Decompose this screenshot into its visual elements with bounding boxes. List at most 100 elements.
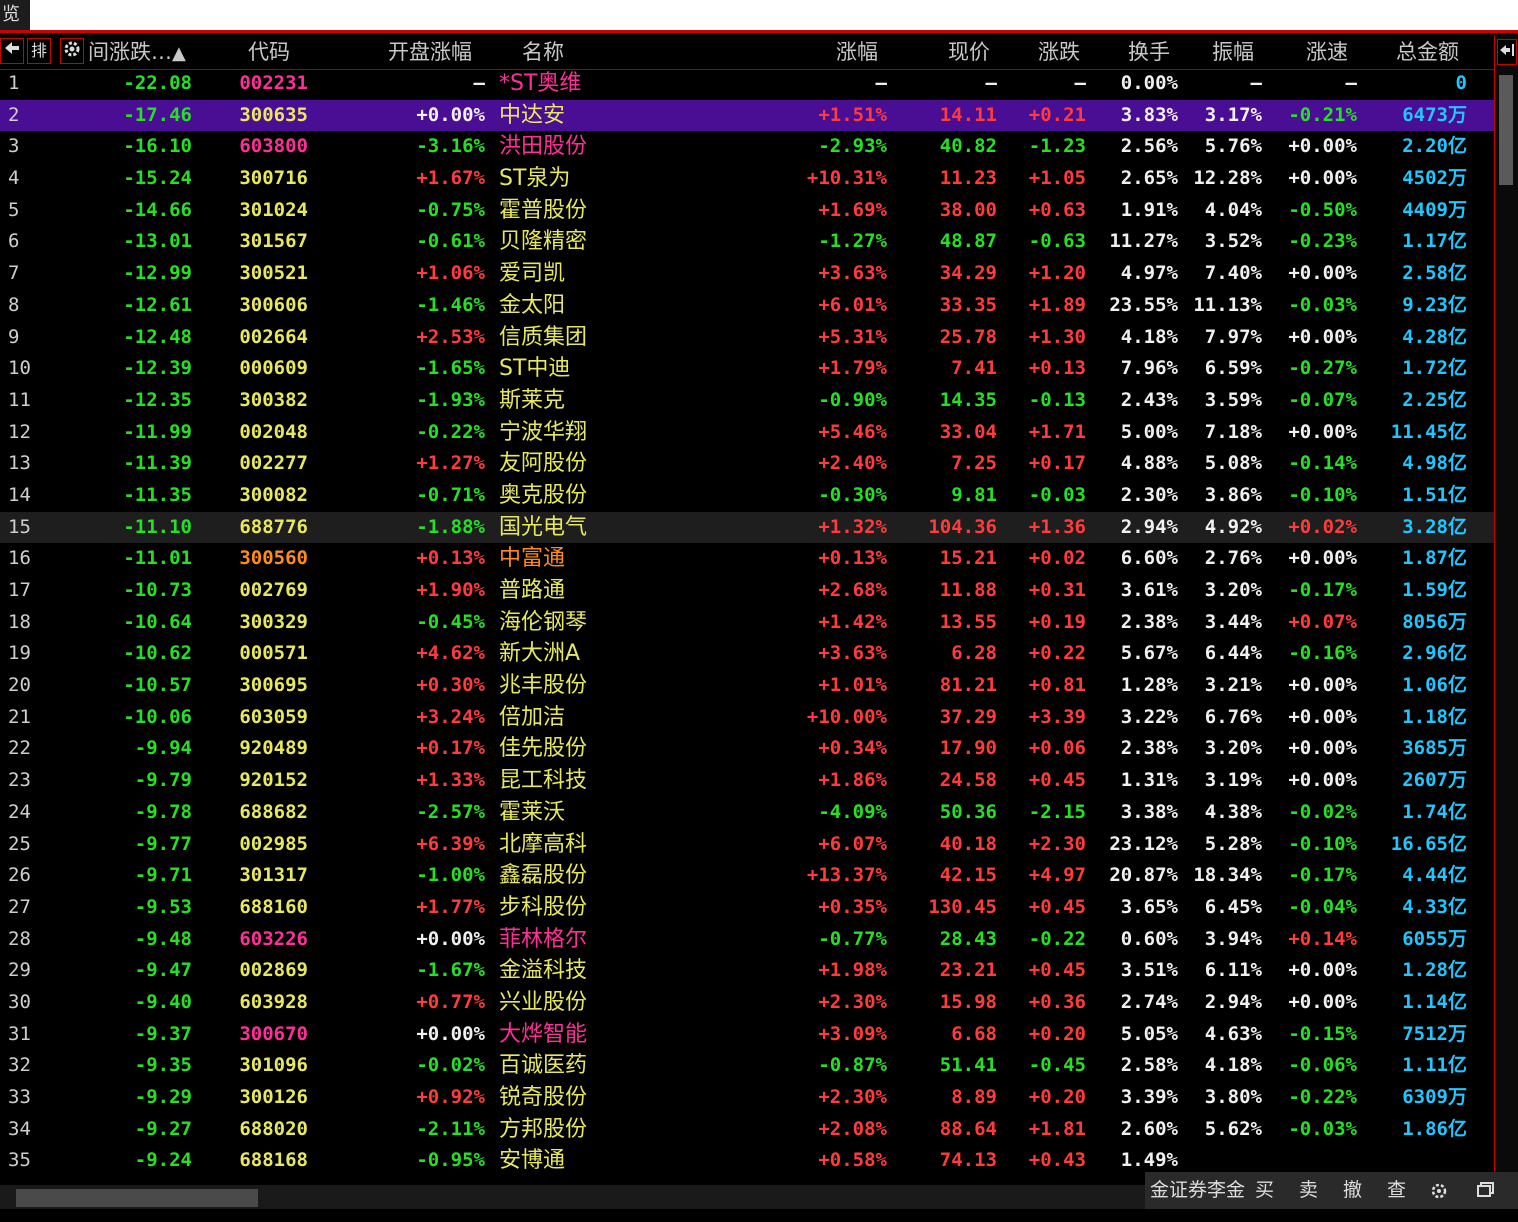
table-row[interactable]: 27 -9.53 688160 +1.77% 步科股份 +0.35% 130.45 +0.45…: [0, 892, 1494, 924]
period-change-cell: -9.37: [134, 1022, 192, 1045]
amount-cell: 1.86亿: [1402, 1117, 1467, 1140]
table-row[interactable]: 18 -10.64 300329 -0.45% 海伦钢琴 +1.42% 13.55 +0.19…: [0, 607, 1494, 639]
table-row[interactable]: 17 -10.73 002769 +1.90% 普路通 +2.68% 11.88 +0.31 3…: [0, 575, 1494, 607]
change-percent-cell: +3.09%: [818, 1022, 887, 1045]
collapse-panel-icon[interactable]: [1497, 39, 1517, 65]
column-header-sort[interactable]: 间涨跌…▲: [88, 35, 186, 69]
change-amount-cell: +0.22: [1028, 642, 1086, 665]
table-row[interactable]: 21 -10.06 603059 +3.24% 倍加洁 +10.00% 37.29 +3.39…: [0, 702, 1494, 734]
change-percent-cell: +1.79%: [818, 357, 887, 380]
price-cell: 74.13: [939, 1149, 997, 1172]
horizontal-scrollbar[interactable]: [0, 1185, 1145, 1209]
buy-button[interactable]: 买: [1255, 1172, 1274, 1209]
speed-cell: -0.15%: [1288, 1022, 1357, 1045]
change-percent-cell: +1.32%: [818, 515, 887, 538]
sort-toggle-button[interactable]: 排: [27, 38, 51, 64]
column-header-change-pct[interactable]: 涨幅: [836, 35, 878, 69]
change-amount-cell: -0.63: [1028, 230, 1086, 253]
settings-gear-icon[interactable]: [1429, 1172, 1449, 1209]
amplitude-cell: 18.34%: [1193, 864, 1262, 887]
amount-cell: 7512万: [1402, 1022, 1467, 1045]
table-row[interactable]: 1 -22.08 002231 — *ST奥维 — — — 0.00% — — 0: [0, 68, 1494, 100]
open-change-cell: -1.00%: [416, 864, 485, 887]
change-percent-cell: -4.09%: [818, 800, 887, 823]
price-cell: 8.89: [951, 1086, 997, 1108]
change-amount-cell: +3.39: [1028, 705, 1086, 728]
stock-code-cell: 688776: [239, 515, 308, 538]
open-change-cell: -3.16%: [416, 135, 485, 158]
column-header-speed[interactable]: 涨速: [1306, 35, 1348, 69]
price-cell: 81.21: [939, 674, 997, 697]
table-row[interactable]: 33 -9.29 300126 +0.92% 锐奇股份 +2.30% 8.89 +0.20 3.…: [0, 1082, 1494, 1114]
table-row[interactable]: 12 -11.99 002048 -0.22% 宁波华翔 +5.46% 33.04 +1.71…: [0, 417, 1494, 449]
prev-arrow-icon[interactable]: [0, 38, 24, 64]
table-row[interactable]: 28 -9.48 603226 +0.00% 菲林格尔 -0.77% 28.43 -0.22 0…: [0, 924, 1494, 956]
table-row[interactable]: 24 -9.78 688682 -2.57% 霍莱沃 -4.09% 50.36 -2.15 3.…: [0, 797, 1494, 829]
amplitude-cell: —: [1250, 72, 1262, 94]
table-row[interactable]: 10 -12.39 000609 -1.65% ST中迪 +1.79% 7.41 +0.13 7…: [0, 353, 1494, 385]
column-header-price[interactable]: 现价: [948, 35, 990, 69]
table-row[interactable]: 20 -10.57 300695 +0.30% 兆丰股份 +1.01% 81.21 +0.81…: [0, 670, 1494, 702]
table-row[interactable]: 4 -15.24 300716 +1.67% ST泉为 +10.31% 11.23 +1.05…: [0, 163, 1494, 195]
column-header-change[interactable]: 涨跌: [1038, 35, 1080, 69]
column-header-name[interactable]: 名称: [522, 35, 564, 69]
column-header-code[interactable]: 代码: [248, 35, 290, 69]
change-amount-cell: +1.36: [1028, 515, 1086, 538]
horizontal-scroll-thumb[interactable]: [16, 1189, 258, 1207]
table-row[interactable]: 31 -9.37 300670 +0.00% 大烨智能 +3.09% 6.68 +0.20 5.…: [0, 1019, 1494, 1051]
stock-name-cell: 国光电气: [499, 514, 588, 540]
column-header-open-change[interactable]: 开盘涨幅: [388, 35, 472, 69]
window-tab[interactable]: 览: [0, 0, 30, 30]
window-restore-icon[interactable]: [1475, 1172, 1495, 1209]
speed-cell: +0.00%: [1288, 167, 1357, 190]
open-change-cell: +0.77%: [416, 990, 485, 1013]
table-row[interactable]: 13 -11.39 002277 +1.27% 友阿股份 +2.40% 7.25 +0.17 4…: [0, 448, 1494, 480]
speed-cell: +0.00%: [1288, 262, 1357, 285]
table-row[interactable]: 7 -12.99 300521 +1.06% 爱司凯 +3.63% 34.29 +1.20 4.…: [0, 258, 1494, 290]
table-row[interactable]: 5 -14.66 301024 -0.75% 霍普股份 +1.69% 38.00 +0.63 1…: [0, 195, 1494, 227]
table-row[interactable]: 2 -17.46 300635 +0.00% 中达安 +1.51% 14.11 +0.21 3.…: [0, 99, 1494, 132]
table-row[interactable]: 34 -9.27 688020 -2.11% 方邦股份 +2.08% 88.64 +1.81 2…: [0, 1114, 1494, 1146]
amount-cell: 1.51亿: [1402, 483, 1467, 506]
speed-cell: -0.22%: [1288, 1086, 1357, 1108]
table-row[interactable]: 23 -9.79 920152 +1.33% 昆工科技 +1.86% 24.58 +0.45 1…: [0, 765, 1494, 797]
table-row[interactable]: 25 -9.77 002985 +6.39% 北摩高科 +6.07% 40.18 +2.30 2…: [0, 829, 1494, 861]
speed-cell: -0.17%: [1288, 864, 1357, 887]
table-row[interactable]: 3 -16.10 603800 -3.16% 洪田股份 -2.93% 40.82 -1.23 2…: [0, 131, 1494, 163]
query-button[interactable]: 查: [1387, 1172, 1406, 1209]
amplitude-cell: 6.11%: [1204, 959, 1262, 982]
row-index-cell: 16: [8, 547, 31, 570]
table-row[interactable]: 29 -9.47 002869 -1.67% 金溢科技 +1.98% 23.21 +0.45 3…: [0, 955, 1494, 987]
turnover-cell: 23.12%: [1109, 832, 1178, 855]
vertical-scroll-thumb[interactable]: [1499, 75, 1513, 185]
table-row[interactable]: 9 -12.48 002664 +2.53% 信质集团 +5.31% 25.78 +1.30 4…: [0, 322, 1494, 354]
table-row[interactable]: 14 -11.35 300082 -0.71% 奥克股份 -0.30% 9.81 -0.03 2…: [0, 480, 1494, 512]
change-amount-cell: +1.30: [1028, 325, 1086, 348]
column-header-turnover[interactable]: 换手: [1128, 35, 1170, 69]
table-row[interactable]: 6 -13.01 301567 -0.61% 贝隆精密 -1.27% 48.87 -0.63 1…: [0, 226, 1494, 258]
speed-cell: +0.00%: [1288, 959, 1357, 982]
cancel-order-button[interactable]: 撤: [1343, 1172, 1362, 1209]
open-change-cell: -0.95%: [416, 1149, 485, 1172]
column-header-amount[interactable]: 总金额: [1396, 35, 1459, 69]
change-amount-cell: +0.20: [1028, 1086, 1086, 1108]
open-change-cell: -0.45%: [416, 610, 485, 633]
table-row[interactable]: 8 -12.61 300606 -1.46% 金太阳 +6.01% 33.35 +1.89 23…: [0, 290, 1494, 322]
vertical-scrollbar[interactable]: [1494, 35, 1518, 1185]
table-row[interactable]: 26 -9.71 301317 -1.00% 鑫磊股份 +13.37% 42.15 +4.97…: [0, 860, 1494, 892]
column-header-amplitude[interactable]: 振幅: [1212, 35, 1254, 69]
table-row[interactable]: 30 -9.40 603928 +0.77% 兴业股份 +2.30% 15.98 +0.36 2…: [0, 987, 1494, 1019]
sell-button[interactable]: 卖: [1299, 1172, 1318, 1209]
table-row[interactable]: 15 -11.10 688776 -1.88% 国光电气 +1.32% 104.36 +1.3…: [0, 511, 1494, 544]
table-row[interactable]: 22 -9.94 920489 +0.17% 佳先股份 +0.34% 17.90 +0.06 2…: [0, 733, 1494, 765]
table-row[interactable]: 11 -12.35 300382 -1.93% 斯莱克 -0.90% 14.35 -0.13 2…: [0, 385, 1494, 417]
amplitude-cell: 3.19%: [1204, 769, 1262, 792]
gear-icon[interactable]: [60, 38, 84, 64]
amplitude-cell: 2.94%: [1204, 990, 1262, 1013]
stock-name-cell: ST中迪: [499, 356, 571, 382]
table-row[interactable]: 32 -9.35 301096 -0.02% 百诚医药 -0.87% 51.41 -0.45 2…: [0, 1050, 1494, 1082]
broker-account-label[interactable]: 金证券李金: [1150, 1172, 1245, 1209]
table-row[interactable]: 16 -11.01 300560 +0.13% 中富通 +0.13% 15.21 +0.02 6…: [0, 543, 1494, 575]
change-amount-cell: +1.89: [1028, 293, 1086, 316]
table-row[interactable]: 19 -10.62 000571 +4.62% 新大洲A +3.63% 6.28 +0.22 5…: [0, 638, 1494, 670]
